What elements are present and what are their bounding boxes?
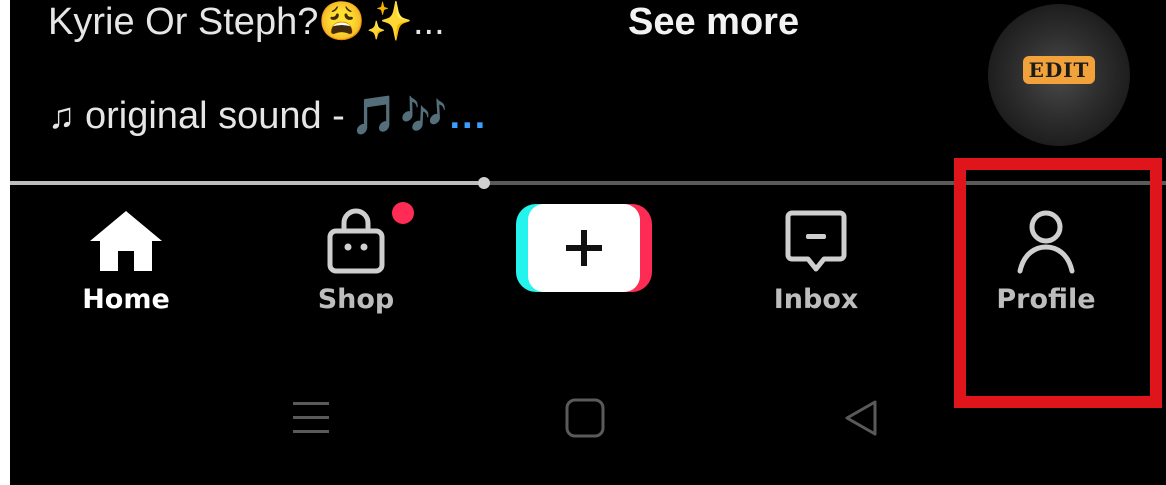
sound-disc[interactable]: EDIT	[988, 4, 1130, 146]
video-caption[interactable]: Kyrie Or Steph?😩✨...	[48, 0, 445, 48]
plus-icon	[566, 230, 602, 266]
shopping-bag-icon	[320, 200, 414, 282]
nav-shop[interactable]: Shop	[276, 200, 436, 330]
see-more-button[interactable]: See more	[628, 0, 799, 48]
home-icon	[86, 200, 166, 282]
system-home-button[interactable]	[550, 388, 620, 448]
message-icon	[780, 200, 852, 282]
caption-text: Kyrie Or Steph?😩✨...	[48, 1, 445, 43]
app-screen: Kyrie Or Steph?😩✨... See more ♫ original…	[10, 0, 1166, 485]
sound-emoji: 🎵🎶...	[350, 95, 488, 137]
square-icon	[565, 398, 605, 438]
nav-home[interactable]: Home	[46, 200, 206, 330]
system-menu-button[interactable]	[276, 388, 346, 448]
system-back-button[interactable]	[826, 388, 896, 448]
nav-inbox[interactable]: Inbox	[736, 200, 896, 330]
profile-highlight-box	[954, 158, 1162, 408]
create-button[interactable]	[516, 204, 652, 292]
sound-row[interactable]: ♫ original sound - 🎵🎶...	[48, 86, 487, 146]
nav-home-label: Home	[82, 284, 170, 315]
nav-inbox-label: Inbox	[773, 284, 859, 315]
music-note-icon: ♫	[48, 95, 75, 136]
create-button-face	[528, 204, 640, 292]
back-triangle-icon	[845, 400, 877, 436]
sound-title: original sound -	[85, 94, 345, 137]
disc-logo: EDIT	[988, 56, 1130, 84]
menu-lines-icon	[293, 402, 329, 433]
nav-shop-label: Shop	[317, 284, 395, 315]
shop-notification-badge	[392, 202, 414, 224]
progress-thumb[interactable]	[477, 177, 490, 189]
progress-fill	[10, 181, 484, 185]
